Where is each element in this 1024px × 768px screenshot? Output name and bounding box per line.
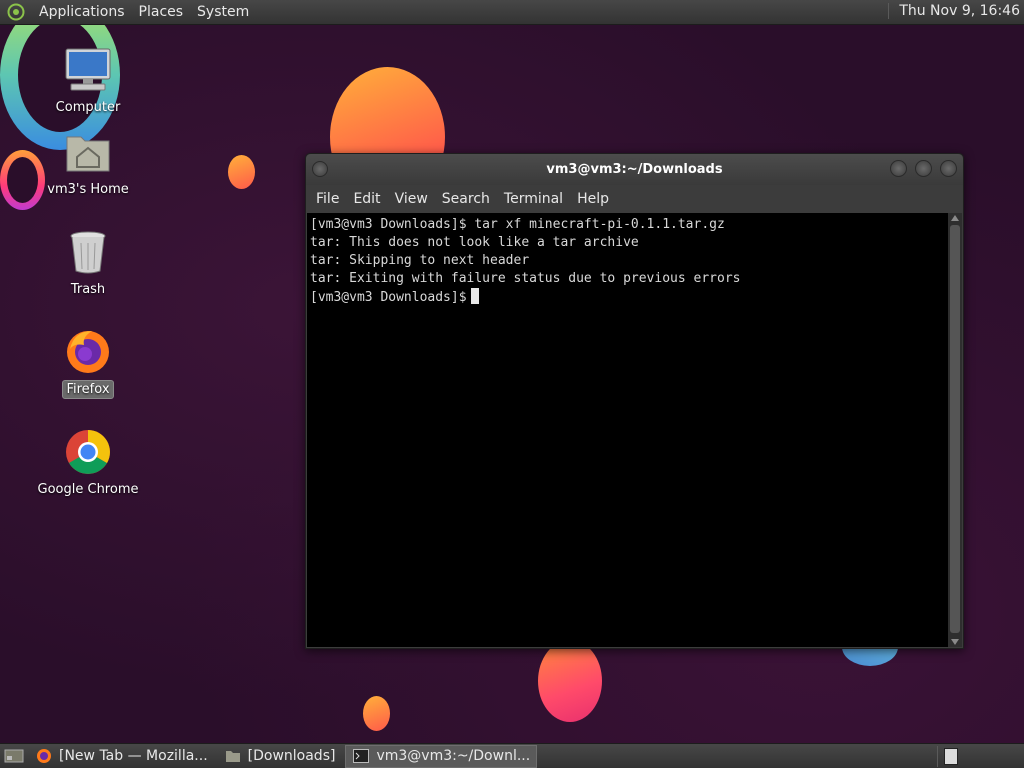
desktop-icon-firefox[interactable]: Firefox — [38, 326, 138, 399]
taskbar-item-label: vm3@vm3:~/Downl... — [376, 748, 531, 764]
show-desktop-button[interactable] — [3, 747, 25, 765]
taskbar-item-label: [Downloads] — [247, 748, 336, 764]
taskbar-item-downloads[interactable]: [Downloads] — [218, 745, 342, 768]
terminal-prompt-line: [vm3@vm3 Downloads]$ — [310, 288, 946, 307]
clock[interactable]: Thu Nov 9, 16:46 — [888, 3, 1020, 19]
distro-logo-icon[interactable] — [6, 2, 26, 22]
close-button[interactable] — [940, 160, 957, 177]
menu-search[interactable]: Search — [435, 191, 497, 207]
menu-terminal[interactable]: Terminal — [497, 191, 570, 207]
wallpaper-shape — [538, 640, 602, 722]
wallpaper-shape — [228, 155, 255, 189]
terminal-line: tar: This does not look like a tar archi… — [310, 235, 639, 250]
terminal-menubar: File Edit View Search Terminal Help — [306, 185, 963, 213]
firefox-icon — [35, 747, 53, 765]
trash-icon — [63, 227, 113, 277]
menu-places[interactable]: Places — [132, 4, 191, 20]
menu-file[interactable]: File — [309, 191, 346, 207]
desktop-icon-home[interactable]: vm3's Home — [38, 127, 138, 198]
scroll-up-icon[interactable] — [951, 215, 959, 221]
terminal-prompt: [vm3@vm3 Downloads]$ — [310, 290, 467, 305]
chrome-icon — [63, 427, 113, 477]
menu-applications[interactable]: Applications — [32, 4, 132, 20]
desktop-icon-chrome[interactable]: Google Chrome — [38, 427, 138, 498]
workspace-switcher[interactable] — [944, 748, 958, 765]
text-cursor — [470, 288, 479, 304]
terminal-line: tar: Skipping to next header — [310, 253, 530, 268]
desktop-icon-label: Trash — [70, 282, 106, 297]
top-panel: Applications Places System Thu Nov 9, 16… — [0, 0, 1024, 25]
terminal-line: [vm3@vm3 Downloads]$ tar xf minecraft-pi… — [310, 217, 725, 232]
taskbar-item-firefox[interactable]: [New Tab — Mozilla... — [29, 745, 214, 768]
minimize-button[interactable] — [890, 160, 907, 177]
window-title: vm3@vm3:~/Downloads — [546, 162, 723, 177]
terminal-icon — [352, 747, 370, 765]
maximize-button[interactable] — [915, 160, 932, 177]
scroll-down-icon[interactable] — [951, 639, 959, 645]
taskbar-item-terminal[interactable]: vm3@vm3:~/Downl... — [345, 744, 538, 768]
scroll-thumb[interactable] — [950, 225, 960, 633]
taskbar-item-label: [New Tab — Mozilla... — [59, 748, 208, 764]
computer-icon — [63, 45, 113, 95]
bottom-panel: [New Tab — Mozilla... [Downloads] vm3@vm… — [0, 743, 1024, 768]
menu-view[interactable]: View — [388, 191, 435, 207]
desktop-icon-label: Firefox — [62, 380, 114, 399]
terminal-window[interactable]: vm3@vm3:~/Downloads File Edit View Searc… — [305, 153, 964, 649]
terminal-titlebar[interactable]: vm3@vm3:~/Downloads — [306, 154, 963, 185]
show-desktop-icon — [4, 749, 24, 763]
desktop-icon-label: vm3's Home — [47, 182, 129, 197]
desktop-icon-label: Google Chrome — [37, 482, 139, 497]
panel-separator — [937, 746, 938, 767]
terminal-line: tar: Exiting with failure status due to … — [310, 271, 741, 286]
folder-icon — [224, 747, 242, 765]
menu-system[interactable]: System — [190, 4, 256, 20]
wallpaper-shape — [363, 696, 390, 731]
window-menu-icon[interactable] — [312, 161, 328, 177]
desktop-icon-computer[interactable]: Computer — [38, 45, 138, 116]
terminal-output[interactable]: [vm3@vm3 Downloads]$ tar xf minecraft-pi… — [307, 213, 949, 647]
terminal-scrollbar[interactable] — [948, 213, 962, 647]
desktop-icon-trash[interactable]: Trash — [38, 227, 138, 298]
menu-help[interactable]: Help — [570, 191, 616, 207]
desktop-icon-label: Computer — [55, 100, 121, 115]
menu-edit[interactable]: Edit — [346, 191, 387, 207]
firefox-icon — [63, 326, 113, 376]
home-folder-icon — [63, 127, 113, 177]
